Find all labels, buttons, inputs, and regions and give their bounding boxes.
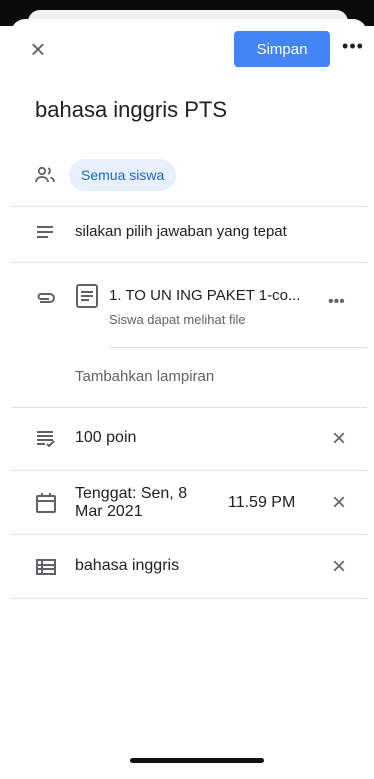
attachment-more-icon[interactable]: ••• <box>328 293 345 311</box>
topic-text[interactable]: bahasa inggris <box>75 557 179 575</box>
save-button[interactable]: Simpan <box>234 31 330 67</box>
divider <box>109 347 367 348</box>
home-indicator[interactable] <box>130 758 264 763</box>
topic-row: bahasa inggris × <box>11 535 367 599</box>
document-icon <box>75 283 99 308</box>
paperclip-icon <box>33 287 57 311</box>
assignment-title[interactable]: bahasa inggris PTS <box>35 97 227 123</box>
remove-due-date-icon[interactable]: × <box>327 491 351 515</box>
points-row: 100 poin × <box>11 408 367 471</box>
attachment-name[interactable]: 1. TO UN ING PAKET 1-co... <box>109 287 300 304</box>
attachment-section: 1. TO UN ING PAKET 1-co... Siswa dapat m… <box>11 263 367 408</box>
due-date-text[interactable]: Tenggat: Sen, 8 Mar 2021 <box>75 485 205 521</box>
due-date-row: Tenggat: Sen, 8 Mar 2021 11.59 PM × <box>11 471 367 535</box>
add-attachment-button[interactable]: Tambahkan lampiran <box>75 368 214 385</box>
audience-row: Semua siswa <box>11 143 367 207</box>
more-options-icon[interactable]: ••• <box>341 36 365 60</box>
remove-topic-icon[interactable]: × <box>327 555 351 579</box>
assignment-editor-sheet: × Simpan ••• bahasa inggris PTS Semua si… <box>11 19 367 779</box>
audience-chip[interactable]: Semua siswa <box>69 159 177 191</box>
topic-list-icon <box>35 557 59 581</box>
grading-icon <box>35 428 59 452</box>
close-icon[interactable]: × <box>26 36 50 62</box>
due-time-text[interactable]: 11.59 PM <box>228 494 295 512</box>
instructions-row: silakan pilih jawaban yang tepat <box>11 207 367 263</box>
people-icon <box>33 163 57 187</box>
header: × Simpan ••• <box>11 19 367 79</box>
points-text[interactable]: 100 poin <box>75 429 136 447</box>
remove-points-icon[interactable]: × <box>327 427 351 451</box>
instructions-text[interactable]: silakan pilih jawaban yang tepat <box>75 223 287 240</box>
calendar-icon <box>35 492 59 516</box>
attachment-permission: Siswa dapat melihat file <box>109 312 246 327</box>
notes-icon <box>35 223 59 247</box>
